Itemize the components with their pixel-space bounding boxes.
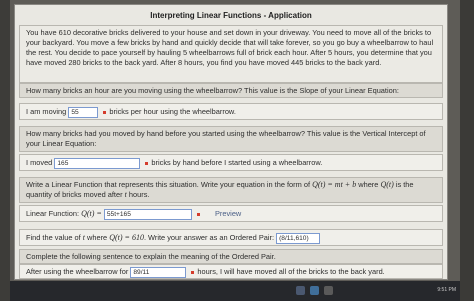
- required-marker: [145, 161, 149, 165]
- ordered-pair-input[interactable]: (8/11,610): [276, 232, 321, 244]
- required-marker: [191, 270, 195, 274]
- required-marker: [196, 212, 200, 216]
- answer-slope-suffix: bricks per hour using the wheelbarrow.: [109, 107, 236, 116]
- screen-bezel-right: [460, 0, 474, 301]
- question-ordered-pair: Find the value of t where Q(t) = 610. Wr…: [19, 229, 443, 246]
- answer-row-intercept: I moved 165 bricks by hand before I star…: [19, 154, 443, 171]
- linear-function-input[interactable]: 55t+165: [103, 208, 192, 220]
- q4-equation: Q(t) = 610: [109, 233, 144, 242]
- t-symbol: t: [124, 190, 127, 199]
- question-intercept-text: How many bricks had you moved by hand be…: [26, 129, 426, 148]
- meaning-suffix: hours, I will have moved all of the bric…: [197, 267, 385, 276]
- slope-input[interactable]: 55: [68, 106, 99, 118]
- answer-intercept-suffix: bricks by hand before I started using a …: [151, 158, 323, 167]
- question-intercept: How many bricks had you moved by hand be…: [19, 126, 443, 152]
- instruction-ordered-pair-meaning: Complete the following sentence to expla…: [19, 249, 443, 264]
- equation-form: Q(t) = mt + b: [312, 180, 357, 189]
- required-marker: [103, 110, 107, 114]
- question-slope-text: How many bricks an hour are you moving u…: [26, 86, 399, 95]
- taskbar-app-icon[interactable]: [296, 286, 305, 295]
- taskbar: 9:51 PM: [10, 281, 460, 301]
- question-slope: How many bricks an hour are you moving u…: [19, 83, 443, 98]
- folder-icon[interactable]: [324, 286, 333, 295]
- problem-text: You have 610 decorative bricks delivered…: [26, 28, 434, 67]
- answer-row-meaning: After using the wheelbarrow for 89/11 ho…: [19, 264, 443, 279]
- q3-text-b: where: [358, 180, 379, 189]
- answer-slope-prefix: I am moving: [26, 107, 67, 116]
- problem-card: Interpreting Linear Functions - Applicat…: [14, 4, 448, 280]
- problem-statement: You have 610 decorative bricks delivered…: [19, 25, 443, 83]
- page-title: Interpreting Linear Functions - Applicat…: [150, 11, 312, 20]
- q-of-t-label: Q(t) =: [81, 209, 102, 218]
- q3-text-a: Write a Linear Function that represents …: [26, 180, 310, 189]
- browser-icon[interactable]: [310, 286, 319, 295]
- meaning-prefix: After using the wheelbarrow for: [26, 267, 129, 276]
- q4-text-b: where: [87, 233, 108, 242]
- q-symbol: Q(t): [380, 180, 394, 189]
- q4-text-c: . Write your answer as an Ordered Pair:: [143, 233, 275, 242]
- q4-text-a: Find the value of: [26, 233, 81, 242]
- answer-row-slope: I am moving 55 bricks per hour using the…: [19, 103, 443, 120]
- hours-input[interactable]: 89/11: [130, 266, 187, 278]
- question-linear-function: Write a Linear Function that represents …: [19, 177, 443, 203]
- q5-instruction-text: Complete the following sentence to expla…: [26, 252, 276, 261]
- q4-t-symbol: t: [82, 233, 85, 242]
- linear-function-prefix: Linear Function:: [26, 209, 79, 218]
- answer-row-linear-function: Linear Function: Q(t) = 55t+165 Preview: [19, 205, 443, 222]
- q3-text-d: hours.: [128, 190, 150, 199]
- answer-intercept-prefix: I moved: [26, 158, 53, 167]
- intercept-input[interactable]: 165: [54, 157, 141, 169]
- preview-button[interactable]: Preview: [215, 209, 241, 218]
- clock: 9:51 PM: [437, 287, 456, 293]
- screen-bezel-left: [0, 0, 10, 301]
